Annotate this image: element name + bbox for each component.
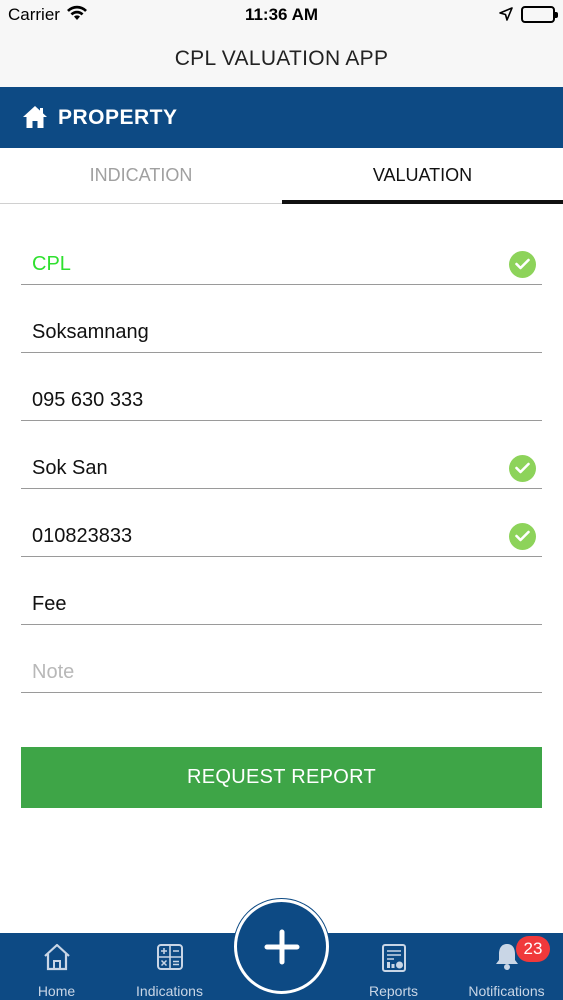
tab-indication[interactable]: INDICATION bbox=[0, 148, 282, 204]
nav-bar: CPL VALUATION APP bbox=[0, 30, 563, 87]
request-report-button[interactable]: REQUEST REPORT bbox=[21, 747, 542, 808]
app-title: CPL VALUATION APP bbox=[174, 47, 389, 70]
contact-phone-field[interactable]: 010823833 bbox=[21, 517, 542, 557]
tab-valuation[interactable]: VALUATION bbox=[282, 148, 563, 204]
calculator-icon bbox=[156, 943, 184, 976]
contact-phone-field-value: 010823833 bbox=[32, 525, 133, 547]
section-title: PROPERTY bbox=[58, 106, 178, 129]
location-arrow-icon bbox=[499, 7, 513, 26]
tabbar-label-indications: Indications bbox=[136, 983, 203, 999]
note-field[interactable]: Note bbox=[21, 653, 542, 693]
report-icon bbox=[381, 943, 407, 978]
company-field[interactable]: CPL bbox=[21, 245, 542, 285]
status-bar: Carrier 11:36 AM bbox=[0, 0, 563, 30]
fee-field[interactable]: Fee bbox=[21, 585, 542, 625]
add-button[interactable] bbox=[234, 899, 329, 994]
check-icon bbox=[509, 251, 536, 278]
home-icon bbox=[42, 943, 72, 976]
company-field-value: CPL bbox=[32, 253, 71, 275]
notification-badge: 23 bbox=[516, 936, 550, 962]
tab-strip: INDICATION VALUATION bbox=[0, 148, 563, 204]
contact-name-field[interactable]: Sok San bbox=[21, 449, 542, 489]
phone-field-value: 095 630 333 bbox=[32, 389, 144, 411]
check-icon bbox=[509, 455, 536, 482]
fee-field-value: Fee bbox=[32, 593, 67, 615]
tabbar-label-reports: Reports bbox=[368, 983, 419, 999]
name-field[interactable]: Soksamnang bbox=[21, 313, 542, 353]
tabbar-item-indications[interactable]: Indications bbox=[113, 933, 226, 1000]
house-icon bbox=[22, 105, 48, 134]
tabbar-label-notifications: Notifications bbox=[468, 983, 545, 999]
phone-field[interactable]: 095 630 333 bbox=[21, 381, 542, 421]
tabbar-item-reports[interactable]: Reports bbox=[337, 933, 450, 1000]
tabbar-label-home: Home bbox=[37, 983, 76, 999]
clock: 11:36 AM bbox=[244, 5, 319, 24]
check-icon bbox=[509, 523, 536, 550]
tabbar-item-home[interactable]: Home bbox=[0, 933, 113, 1000]
section-header: PROPERTY bbox=[0, 87, 563, 148]
contact-name-field-value: Sok San bbox=[32, 457, 108, 479]
note-field-placeholder: Note bbox=[32, 661, 75, 683]
battery-icon bbox=[521, 6, 558, 23]
name-field-value: Soksamnang bbox=[32, 321, 149, 343]
